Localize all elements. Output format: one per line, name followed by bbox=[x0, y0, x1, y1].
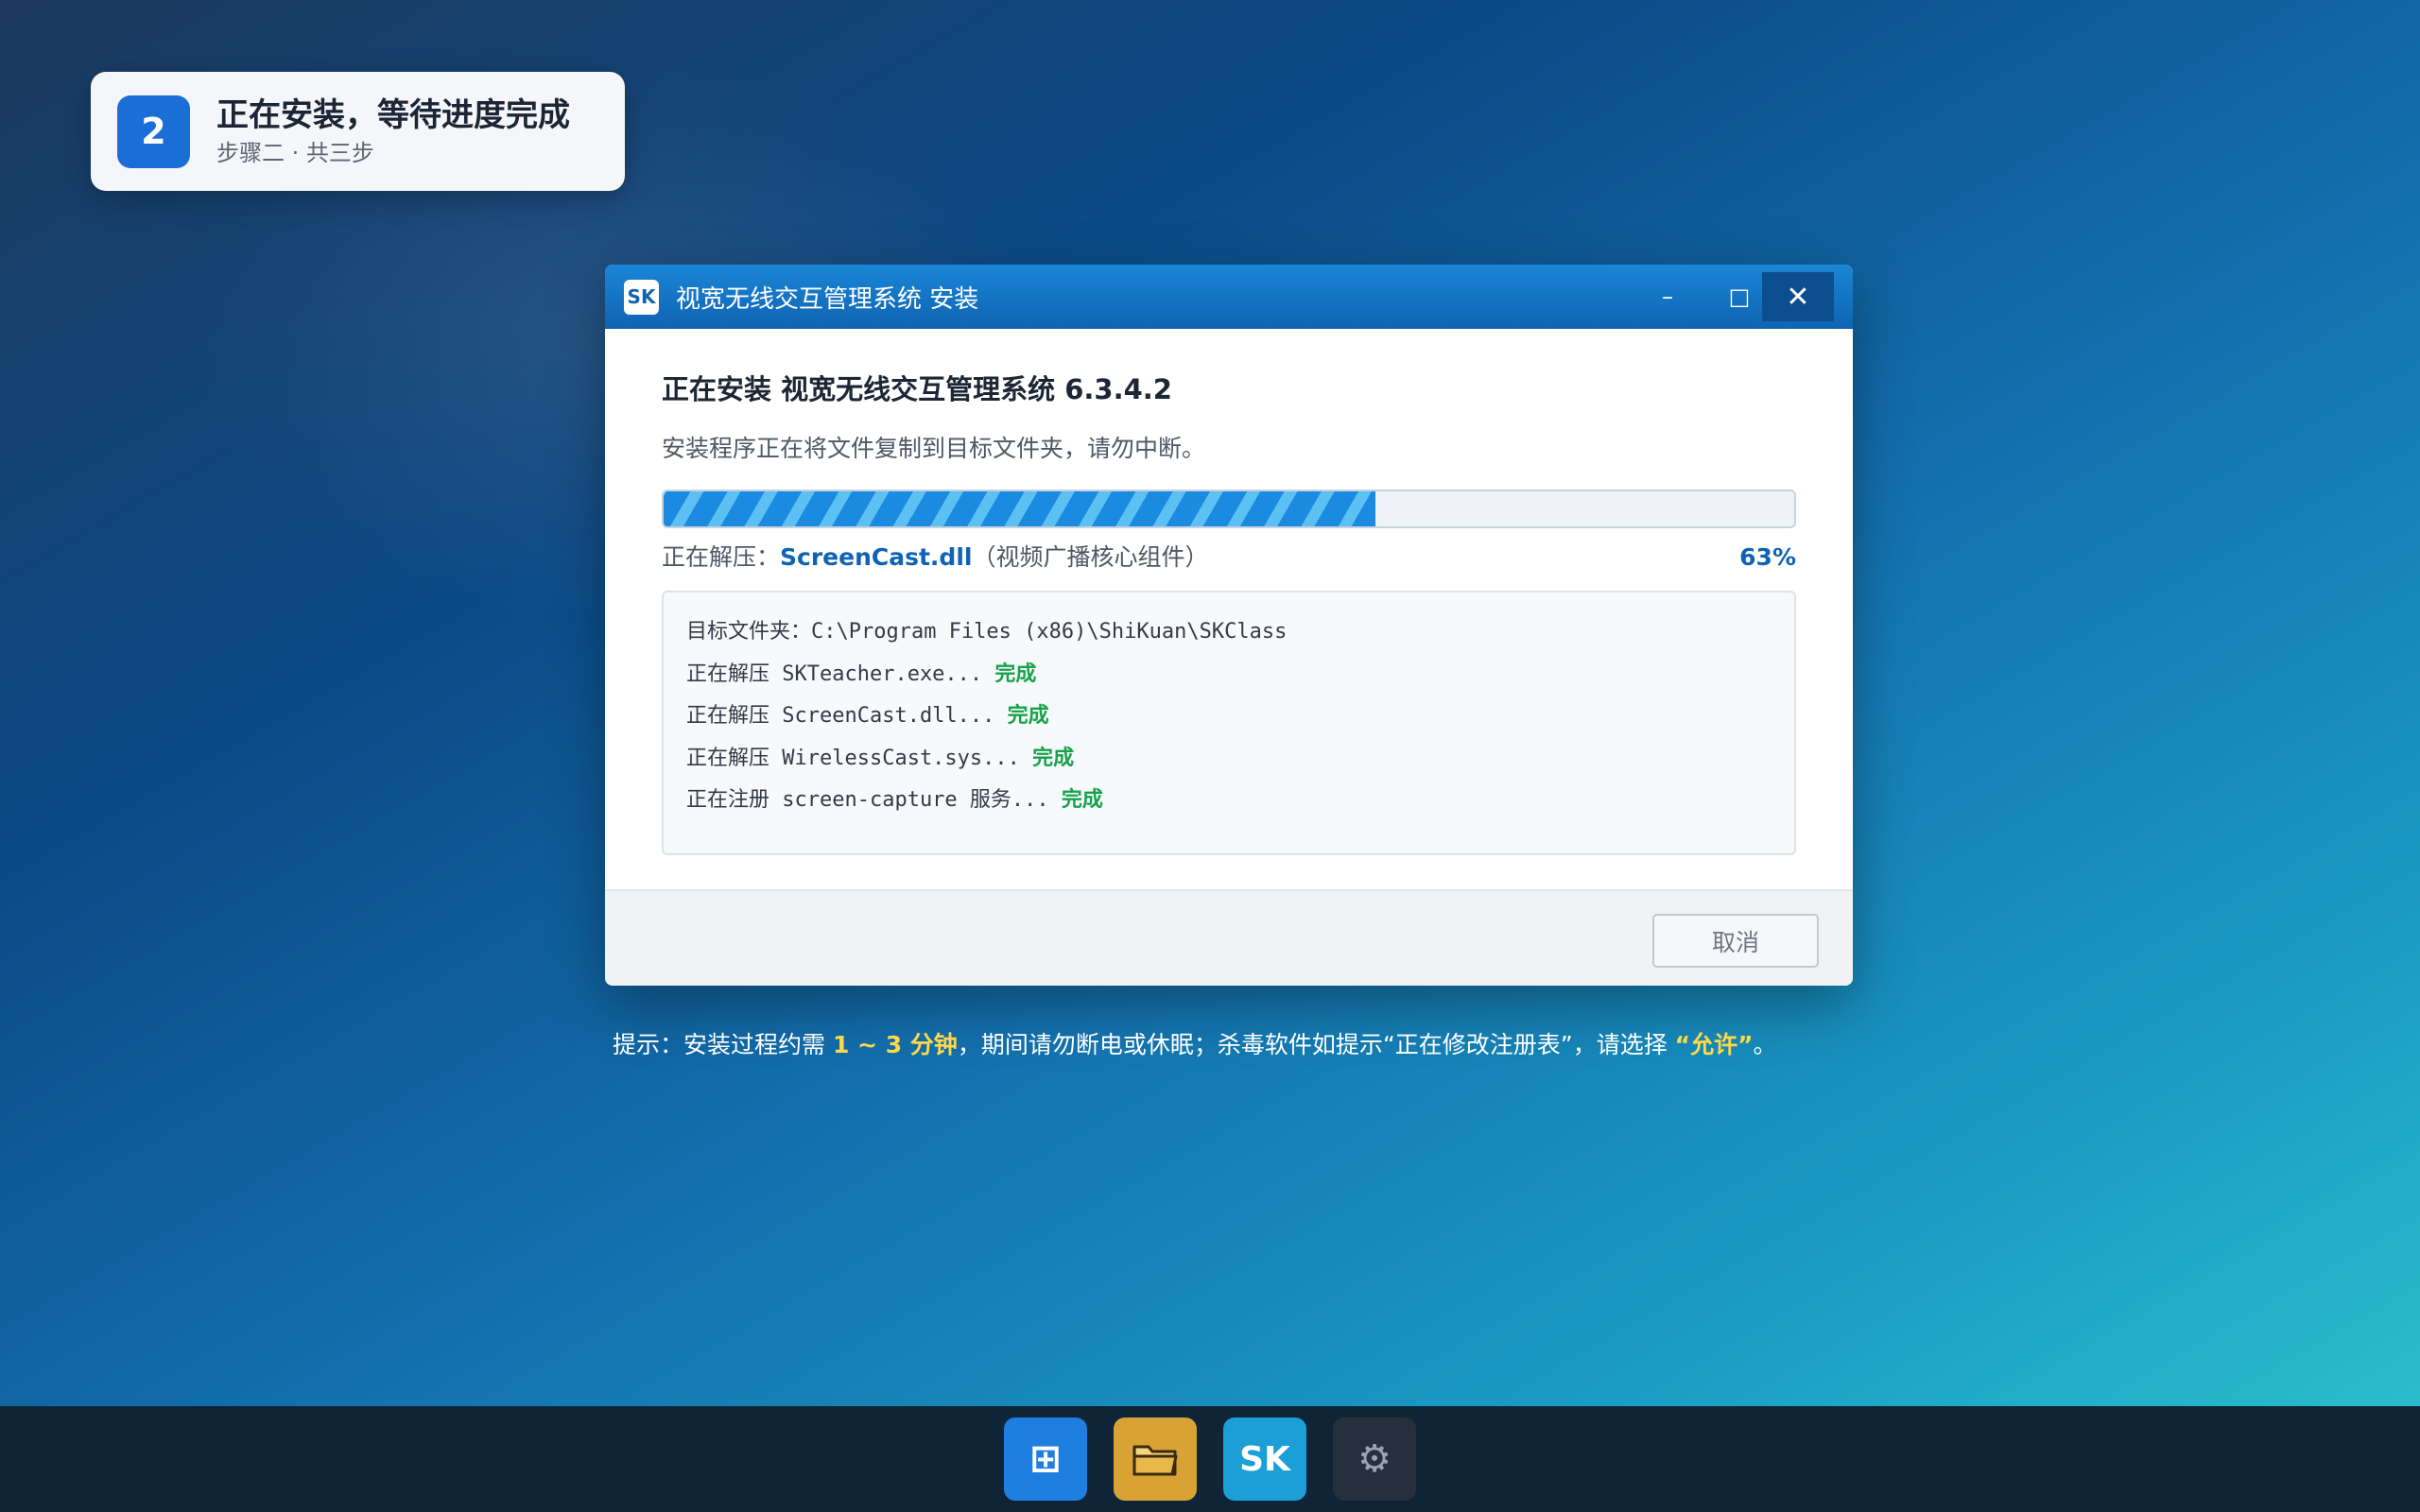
log-text: 目标文件夹：C:\Program Files (x86)\ShiKuan\SKC… bbox=[686, 620, 1288, 644]
log-text: 正在解压 SKTeacher.exe... bbox=[686, 662, 995, 686]
step-title: 正在安装，等待进度完成 bbox=[216, 96, 570, 134]
hint-highlight-allow: “允许” bbox=[1674, 1031, 1754, 1058]
hint-text: ，期间请勿断电或休眠；杀毒软件如提示“正在修改注册表”，请选择 bbox=[957, 1031, 1675, 1058]
install-progress-bar bbox=[662, 490, 1796, 528]
progress-percent: 63% bbox=[1739, 543, 1796, 571]
install-description: 安装程序正在将文件复制到目标文件夹，请勿中断。 bbox=[662, 435, 1206, 462]
gear-icon: ⚙ bbox=[1357, 1437, 1392, 1481]
status-text: 正在解压：ScreenCast.dll（视频广播核心组件） bbox=[662, 541, 1208, 574]
window-title: 视宽无线交互管理系统 安装 bbox=[676, 284, 979, 314]
install-log[interactable]: 目标文件夹：C:\Program Files (x86)\ShiKuan\SKC… bbox=[662, 591, 1796, 855]
status-prefix: 正在解压： bbox=[662, 543, 781, 571]
log-result: 完成 bbox=[1061, 788, 1103, 812]
taskbar: ⊞ SK ⚙ bbox=[0, 1406, 2420, 1512]
log-line: 正在解压 SKTeacher.exe... 完成 bbox=[686, 654, 1772, 696]
windows-grid-icon: ⊞ bbox=[1029, 1437, 1062, 1481]
window-footer: 取消 bbox=[605, 889, 1853, 986]
log-line: 正在解压 ScreenCast.dll... 完成 bbox=[686, 696, 1772, 738]
status-note: （视频广播核心组件） bbox=[972, 543, 1209, 571]
close-button[interactable]: ✕ bbox=[1762, 272, 1834, 321]
app-logo-icon: SK bbox=[624, 279, 659, 315]
installer-content: 正在安装 视宽无线交互管理系统 6.3.4.2 安装程序正在将文件复制到目标文件… bbox=[605, 370, 1853, 855]
status-row: 正在解压：ScreenCast.dll（视频广播核心组件） 63% bbox=[662, 541, 1796, 574]
step-indicator-card: 2 正在安装，等待进度完成 步骤二 · 共三步 bbox=[91, 72, 625, 191]
log-text: 正在解压 WirelessCast.sys... bbox=[686, 746, 1033, 770]
log-result: 完成 bbox=[1032, 746, 1075, 770]
sk-app-icon: SK bbox=[1239, 1439, 1290, 1479]
step-subtitle: 步骤二 · 共三步 bbox=[216, 140, 374, 166]
log-text: 正在解压 ScreenCast.dll... bbox=[686, 704, 1008, 728]
status-file: ScreenCast.dll bbox=[780, 543, 973, 571]
install-hint: 提示：安装过程约需 1 ~ 3 分钟，期间请勿断电或休眠；杀毒软件如提示“正在修… bbox=[613, 1028, 1777, 1062]
window-titlebar[interactable]: SK 视宽无线交互管理系统 安装 – □ ✕ bbox=[605, 265, 1853, 329]
installer-window: SK 视宽无线交互管理系统 安装 – □ ✕ 正在安装 视宽无线交互管理系统 6… bbox=[605, 265, 1853, 986]
hint-text: 。 bbox=[1753, 1031, 1777, 1058]
log-text: 正在注册 screen-capture 服务... bbox=[686, 788, 1062, 812]
folder-icon bbox=[1132, 1445, 1178, 1476]
step-number-badge: 2 bbox=[117, 94, 190, 168]
log-line: 目标文件夹：C:\Program Files (x86)\ShiKuan\SKC… bbox=[686, 611, 1772, 654]
minimize-button[interactable]: – bbox=[1632, 272, 1703, 321]
cancel-button[interactable]: 取消 bbox=[1652, 914, 1819, 968]
settings-button[interactable]: ⚙ bbox=[1333, 1418, 1416, 1501]
progress-fill bbox=[664, 491, 1376, 526]
log-line: 正在注册 screen-capture 服务... 完成 bbox=[686, 780, 1772, 822]
hint-highlight-duration: 1 ~ 3 分钟 bbox=[832, 1031, 958, 1058]
log-result: 完成 bbox=[994, 662, 1037, 686]
file-explorer-button[interactable] bbox=[1114, 1418, 1197, 1501]
install-heading: 正在安装 视宽无线交互管理系统 6.3.4.2 bbox=[662, 373, 1172, 405]
log-line: 正在解压 WirelessCast.sys... 完成 bbox=[686, 738, 1772, 781]
step-text: 正在安装，等待进度完成 步骤二 · 共三步 bbox=[216, 94, 570, 168]
hint-text: 提示：安装过程约需 bbox=[613, 1031, 833, 1058]
log-result: 完成 bbox=[1007, 704, 1049, 728]
skclass-app-button[interactable]: SK bbox=[1223, 1418, 1306, 1501]
start-button[interactable]: ⊞ bbox=[1004, 1418, 1087, 1501]
